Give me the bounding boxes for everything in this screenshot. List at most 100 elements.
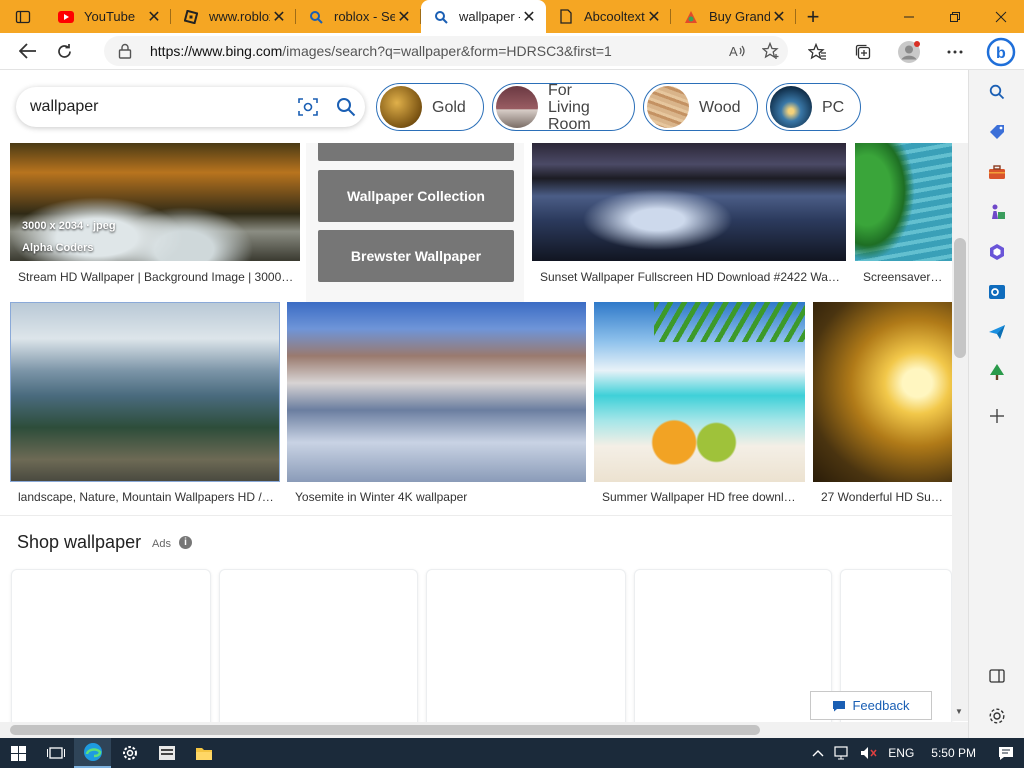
vertical-scrollbar-thumb[interactable]	[954, 238, 966, 358]
filter-chip-living-room[interactable]: For Living Room	[492, 82, 635, 133]
tab-youtube[interactable]: YouTube ✕	[46, 0, 171, 33]
result-caption[interactable]: Stream HD Wallpaper | Background Image |…	[18, 270, 294, 284]
restore-button[interactable]	[932, 0, 978, 33]
sidebar-office-button[interactable]	[969, 236, 1024, 268]
related-search-wallpaper-collection[interactable]: Wallpaper Collection	[318, 170, 514, 222]
plus-icon	[990, 409, 1004, 423]
vertical-scrollbar[interactable]	[952, 71, 968, 721]
url-host: https://www.bing.com	[150, 43, 283, 59]
read-aloud-icon[interactable]: A	[720, 43, 754, 59]
shop-card[interactable]	[634, 569, 832, 738]
sidebar-search-button[interactable]	[969, 76, 1024, 108]
collections-button[interactable]	[840, 33, 886, 70]
filter-chip-wood[interactable]: Wood	[643, 83, 758, 131]
lock-icon[interactable]	[118, 43, 136, 59]
image-result-yosemite-winter[interactable]: Yosemite in Winter 4K wallpaper	[287, 302, 586, 512]
back-button[interactable]	[10, 35, 46, 67]
notifications-button[interactable]	[988, 738, 1024, 768]
close-tab-icon[interactable]: ✕	[520, 8, 538, 26]
result-caption[interactable]: Yosemite in Winter 4K wallpaper	[295, 490, 580, 504]
volume-button[interactable]	[855, 738, 883, 768]
bing-chat-button[interactable]: b	[978, 33, 1024, 70]
favorites-icon	[807, 42, 826, 60]
result-caption[interactable]: landscape, Nature, Mountain Wallpapers H…	[18, 490, 274, 504]
tab-roblox-search[interactable]: roblox - Se ✕	[296, 0, 421, 33]
result-image[interactable]	[287, 302, 586, 482]
clock[interactable]: 5:50 PM	[919, 738, 988, 768]
taskbar-settings-button[interactable]	[111, 738, 148, 768]
image-result-mountain-landscape[interactable]: landscape, Nature, Mountain Wallpapers H…	[10, 302, 280, 512]
result-image[interactable]	[10, 302, 280, 482]
profile-button[interactable]	[886, 33, 932, 70]
close-tab-icon[interactable]: ✕	[270, 8, 288, 26]
sidebar-drop-button[interactable]	[969, 316, 1024, 348]
network-button[interactable]	[829, 738, 855, 768]
tab-abcooltext[interactable]: Abcooltext ✕	[546, 0, 671, 33]
favorites-button[interactable]	[794, 33, 840, 70]
close-tab-icon[interactable]: ✕	[645, 8, 663, 26]
visual-search-icon[interactable]	[289, 97, 327, 117]
tab-wallpaper-search[interactable]: wallpaper - ✕	[421, 0, 546, 33]
filter-chip-gold[interactable]: Gold	[376, 83, 484, 131]
shop-card[interactable]	[11, 569, 211, 738]
image-result-summer[interactable]: Summer Wallpaper HD free downlo...	[594, 302, 805, 512]
result-image[interactable]	[532, 143, 846, 261]
shop-card[interactable]	[219, 569, 418, 738]
sidebar-games-button[interactable]	[969, 196, 1024, 228]
close-window-button[interactable]	[978, 0, 1024, 33]
refresh-button[interactable]	[46, 35, 82, 67]
sidebar-outlook-button[interactable]	[969, 276, 1024, 308]
image-result-sunbeam[interactable]: 27 Wonderful HD Sunbea	[813, 302, 952, 512]
result-caption[interactable]: 27 Wonderful HD Sunbea	[821, 490, 946, 504]
shop-card[interactable]	[426, 569, 626, 738]
chip-label: PC	[822, 98, 845, 116]
sidebar-add-button[interactable]	[969, 400, 1024, 432]
result-caption[interactable]: Summer Wallpaper HD free downlo...	[602, 490, 799, 504]
new-tab-button[interactable]: +	[796, 0, 830, 33]
close-tab-icon[interactable]: ✕	[770, 8, 788, 26]
sidebar-hide-button[interactable]	[969, 660, 1024, 692]
taskbar-app-button[interactable]	[148, 738, 185, 768]
url-text[interactable]: https://www.bing.com/images/search?q=wal…	[150, 43, 720, 59]
search-icon[interactable]	[327, 97, 365, 117]
close-tab-icon[interactable]: ✕	[145, 8, 163, 26]
tab-actions-button[interactable]	[0, 0, 46, 33]
start-button[interactable]	[0, 738, 37, 768]
search-input[interactable]: wallpaper	[30, 98, 289, 116]
search-box[interactable]: wallpaper	[16, 87, 365, 127]
shop-section-title: Shop wallpaper	[17, 532, 142, 552]
media-app-icon	[158, 746, 175, 760]
windows-taskbar: ENG 5:50 PM	[0, 738, 1024, 768]
section-divider	[0, 515, 968, 516]
minimize-button[interactable]	[886, 0, 932, 33]
tab-roblox[interactable]: www.roblox ✕	[171, 0, 296, 33]
taskbar-edge-button[interactable]	[74, 738, 111, 768]
taskbar-file-explorer-button[interactable]	[185, 738, 222, 768]
feedback-button[interactable]: Feedback	[810, 691, 932, 720]
tab-buy-grand[interactable]: Buy Grand ✕	[671, 0, 796, 33]
related-search-button-partial[interactable]	[318, 141, 514, 161]
sidebar-tree-button[interactable]	[969, 356, 1024, 388]
tab-title: roblox - Se	[334, 9, 395, 24]
close-tab-icon[interactable]: ✕	[395, 8, 413, 26]
result-image[interactable]	[813, 302, 952, 482]
show-hidden-icons-button[interactable]	[807, 738, 829, 768]
image-source[interactable]: Alpha Coders	[22, 242, 94, 254]
sidebar-tools-button[interactable]	[969, 156, 1024, 188]
language-indicator[interactable]: ENG	[883, 738, 919, 768]
result-caption[interactable]: Sunset Wallpaper Fullscreen HD Download …	[540, 270, 840, 284]
sidebar-settings-button[interactable]	[969, 700, 1024, 732]
settings-more-button[interactable]	[932, 33, 978, 70]
add-favorite-icon[interactable]	[754, 42, 788, 60]
horizontal-scrollbar-thumb[interactable]	[10, 725, 760, 735]
info-icon[interactable]: i	[179, 536, 192, 549]
task-view-button[interactable]	[37, 738, 74, 768]
image-dimensions: 3000 x 2034 · jpeg	[22, 220, 116, 232]
address-bar[interactable]: https://www.bing.com/images/search?q=wal…	[104, 36, 788, 66]
toolbar-right: b	[794, 33, 1024, 70]
related-search-brewster-wallpaper[interactable]: Brewster Wallpaper	[318, 230, 514, 282]
scroll-down-arrow-icon[interactable]: ▼	[955, 707, 963, 716]
result-caption[interactable]: Screensavers Wa	[863, 270, 946, 284]
filter-chip-pc[interactable]: PC	[766, 83, 861, 131]
sidebar-shopping-button[interactable]	[969, 116, 1024, 148]
